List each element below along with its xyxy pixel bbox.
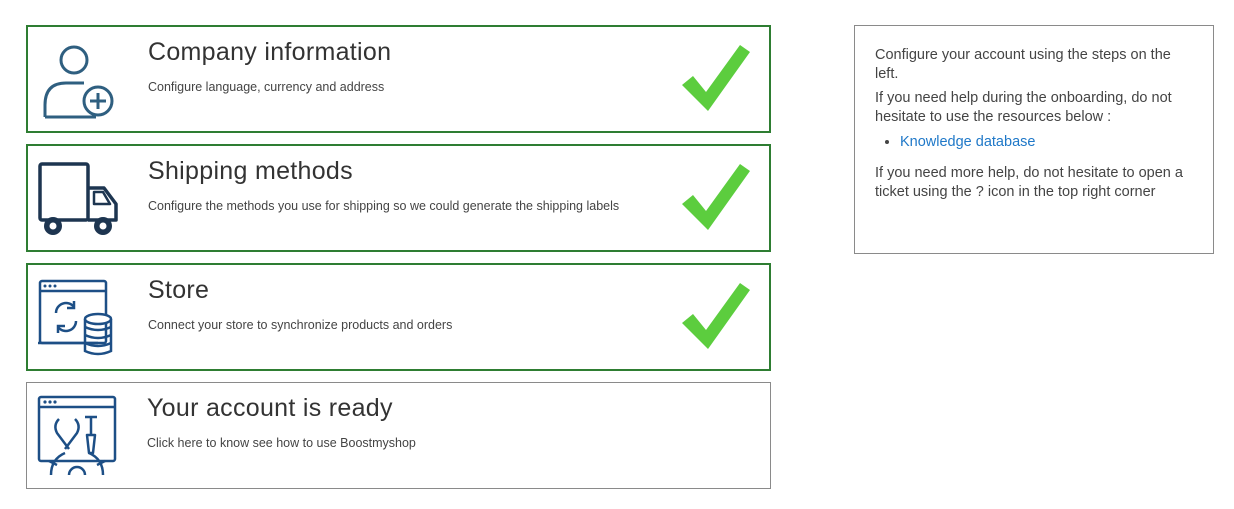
step-description: Connect your store to synchronize produc… <box>148 318 453 332</box>
knowledge-database-link[interactable]: Knowledge database <box>900 134 1035 150</box>
help-more-text: If you need more help, do not hesitate t… <box>875 165 1183 200</box>
step-shipping-methods[interactable]: Shipping methods Configure the methods y… <box>26 144 771 252</box>
step-title: Store <box>148 276 210 304</box>
check-icon <box>682 283 750 349</box>
step-description: Configure language, currency and address <box>148 80 385 94</box>
truck-icon <box>38 162 118 235</box>
tools-gear-icon <box>37 395 117 476</box>
step-title: Company information <box>148 38 392 66</box>
step-description: Configure the methods you use for shippi… <box>148 199 620 213</box>
help-intro: Configure your account using the steps o… <box>875 47 1171 82</box>
step-company-information[interactable]: Company information Configure language, … <box>26 25 771 133</box>
step-store[interactable]: Store Connect your store to synchronize … <box>26 263 771 371</box>
step-title: Your account is ready <box>147 394 393 422</box>
step-title: Shipping methods <box>148 157 353 185</box>
store-sync-icon <box>38 279 113 356</box>
check-icon <box>682 164 750 230</box>
step-description: Click here to know see how to use Boostm… <box>147 436 416 450</box>
help-resources-list: Knowledge database <box>875 132 1193 152</box>
check-icon <box>682 45 750 111</box>
list-item: Knowledge database <box>900 132 1193 152</box>
user-add-icon <box>43 45 114 119</box>
help-panel: Configure your account using the steps o… <box>854 25 1214 254</box>
step-account-ready[interactable]: Your account is ready Click here to know… <box>26 382 771 489</box>
help-resources-text: If you need help during the onboarding, … <box>875 90 1172 125</box>
